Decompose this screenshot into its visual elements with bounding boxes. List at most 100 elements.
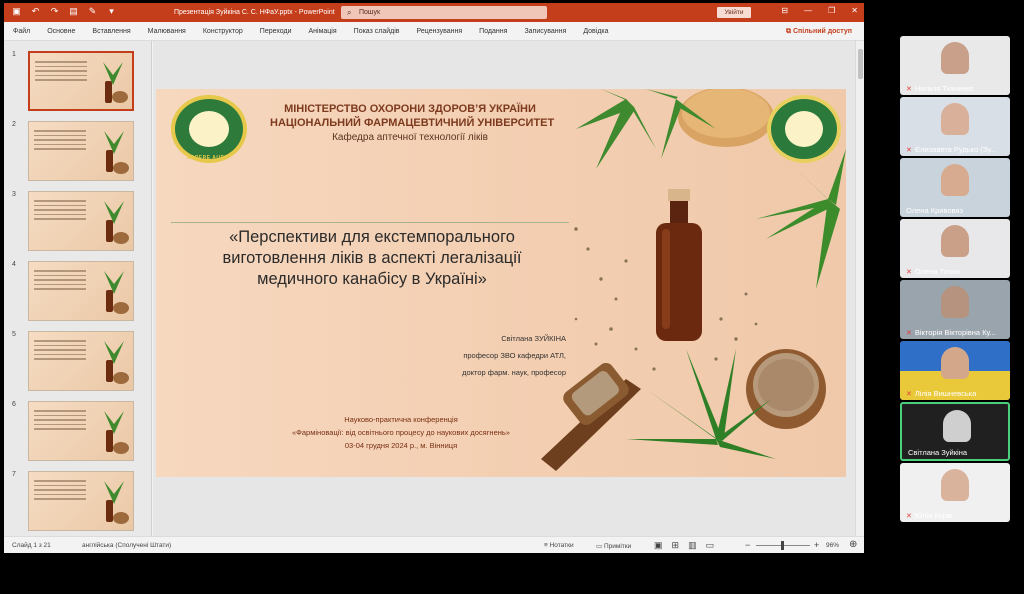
ribbon-tab[interactable]: Конструктор — [203, 28, 243, 35]
reading-view-icon[interactable]: ▥ — [688, 540, 697, 551]
fit-slide-icon[interactable]: ⊕ — [849, 539, 857, 550]
bottle-icon — [106, 290, 113, 312]
normal-view-icon[interactable]: ▣ — [654, 540, 663, 551]
logo-motto: SAPERE AUDE — [187, 155, 229, 161]
notes-button[interactable]: ≡ Нотатки — [544, 542, 574, 549]
thumbnail-text — [34, 480, 86, 503]
slide-thumbnail[interactable] — [28, 191, 134, 251]
participant-tile[interactable]: ✕ Юлія Корж — [900, 463, 1010, 522]
slide-counter: Слайд 1 з 21 — [12, 542, 51, 549]
slide-thumbnail[interactable] — [28, 261, 134, 321]
share-button[interactable]: ⧉ Спільний доступ — [786, 28, 852, 36]
scrollbar-thumb[interactable] — [858, 49, 863, 79]
slide-thumbnail-row[interactable]: 6 — [9, 401, 145, 463]
redo-icon[interactable]: ↷ — [50, 7, 59, 16]
window-controls: ⊟ — ❐ ✕ — [781, 6, 858, 15]
slide-thumbnail-row[interactable]: 7 — [9, 471, 145, 533]
author-name: Світлана ЗУЙКІНА — [501, 334, 566, 343]
ribbon-tab[interactable]: Подання — [479, 28, 507, 35]
save-icon[interactable]: ▣ — [12, 7, 21, 16]
participant-name: Юлія Корж — [914, 511, 953, 520]
participant-avatar — [941, 347, 969, 379]
participant-avatar — [943, 410, 971, 442]
participant-name: Олена Тозюк — [914, 267, 960, 276]
title-line-1: «Перспективи для екстемпорального — [229, 228, 515, 246]
zoom-level[interactable]: 96% — [826, 542, 839, 549]
slide-thumbnail-row[interactable]: 4 — [9, 261, 145, 323]
quick-access-toolbar: ▣ ↶ ↷ ▤ ✎ ▾ — [12, 7, 116, 16]
search-icon: ⌕ — [347, 8, 352, 17]
ribbon-tab[interactable]: Анімація — [309, 28, 337, 35]
ribbon-tab[interactable]: Файл — [13, 28, 30, 35]
muted-mic-icon: ✕ — [906, 85, 912, 93]
slide-sorter-icon[interactable]: ⊞ — [672, 540, 680, 551]
participant-tile[interactable]: ✕ Єлизавета Рудько (Зу... — [900, 97, 1010, 156]
language-indicator[interactable]: англійська (Сполучені Штати) — [82, 542, 171, 549]
participant-name-label: Олена Кривовяз — [906, 206, 963, 215]
ribbon-display-icon[interactable]: ⊟ — [781, 6, 788, 15]
slide-thumbnail[interactable] — [28, 331, 134, 391]
slide-number: 7 — [12, 471, 16, 478]
bowl-icon — [113, 372, 129, 384]
author-degree: доктор фарм. наук, професор — [462, 368, 566, 377]
participant-tile[interactable]: Олена Кривовяз — [900, 158, 1010, 217]
minimize-icon[interactable]: — — [804, 6, 812, 15]
slide-canvas[interactable]: SAPERE AUDE МІНІСТЕРСТВО ОХОРОНИ ЗДОРОВ’… — [156, 89, 846, 477]
participant-tile[interactable]: ✕ Олена Тозюк — [900, 219, 1010, 278]
ribbon-tab[interactable]: Малювання — [148, 28, 186, 35]
participant-avatar — [941, 286, 969, 318]
ribbon-tab[interactable]: Основне — [47, 28, 75, 35]
slide-thumbnail[interactable] — [28, 121, 134, 181]
vertical-scrollbar[interactable] — [855, 41, 864, 536]
university-logo-left: SAPERE AUDE — [171, 95, 247, 163]
ribbon-tab[interactable]: Вставлення — [92, 28, 130, 35]
bowl-icon — [113, 232, 129, 244]
thumbnail-text — [35, 61, 87, 84]
zoom-slider-handle[interactable] — [781, 541, 784, 550]
ribbon-tab[interactable]: Показ слайдів — [354, 28, 400, 35]
muted-mic-icon: ✕ — [906, 512, 912, 520]
search-box[interactable]: ⌕ Пошук — [341, 6, 547, 19]
signin-button[interactable]: Увійти — [717, 7, 751, 18]
author-position: професор ЗВО кафедри АТЛ, — [463, 351, 566, 360]
slideshow-icon[interactable]: ▭ — [706, 540, 715, 551]
slide-number: 3 — [12, 191, 16, 198]
format-painter-icon[interactable]: ✎ — [88, 7, 97, 16]
undo-icon[interactable]: ↶ — [31, 7, 40, 16]
leaf-icon — [104, 481, 124, 504]
zoom-in-icon[interactable]: + — [814, 540, 819, 550]
comments-button[interactable]: ▭ Примітки — [596, 542, 631, 550]
participant-tile[interactable]: ✕ Вікторія Вікторівна Ку... — [900, 280, 1010, 339]
ribbon-tab[interactable]: Записування — [524, 28, 566, 35]
participant-tile[interactable]: ✕ Лілія Вишневська — [900, 341, 1010, 400]
participant-tile[interactable]: ✕ Наталя Ткаченко — [900, 36, 1010, 95]
ribbon-tab[interactable]: Довідка — [583, 28, 608, 35]
ribbon-tab[interactable]: Переходи — [260, 28, 292, 35]
slide-thumbnail-row[interactable]: 1 — [9, 51, 145, 113]
conference-type: Науково-практична конференція — [344, 415, 458, 424]
maximize-icon[interactable]: ❐ — [828, 6, 835, 15]
screen: ▣ ↶ ↷ ▤ ✎ ▾ Презентація Зуйкіна С. С. НФ… — [0, 0, 1024, 594]
view-buttons: ▣ ⊞ ▥ ▭ — [654, 540, 714, 551]
slide-thumbnail[interactable] — [28, 51, 134, 111]
thumbnail-text — [34, 200, 86, 223]
participant-tile[interactable]: Світлана Зуйкіна — [900, 402, 1010, 461]
zoom-out-icon[interactable]: − — [745, 540, 750, 550]
slide-thumbnail-row[interactable]: 3 — [9, 191, 145, 253]
title-line-3: медичного канабісу в Україні» — [257, 270, 487, 288]
slide-thumbnail-row[interactable]: 5 — [9, 331, 145, 393]
present-icon[interactable]: ▤ — [69, 7, 78, 16]
slide-thumbnail[interactable] — [28, 401, 134, 461]
participant-avatar — [941, 164, 969, 196]
slide-thumbnail-row[interactable]: 2 — [9, 121, 145, 183]
slide-number: 4 — [12, 261, 16, 268]
customize-icon[interactable]: ▾ — [107, 7, 116, 16]
participant-name-label: Світлана Зуйкіна — [908, 448, 967, 457]
header-divider — [171, 222, 569, 223]
ribbon-tab[interactable]: Рецензування — [417, 28, 463, 35]
participant-name-label: ✕ Олена Тозюк — [906, 267, 960, 276]
close-icon[interactable]: ✕ — [851, 6, 858, 15]
conference-name: «Фарміновації: від освітнього процесу до… — [292, 428, 510, 437]
participant-name: Олена Кривовяз — [906, 206, 963, 215]
slide-thumbnail[interactable] — [28, 471, 134, 531]
